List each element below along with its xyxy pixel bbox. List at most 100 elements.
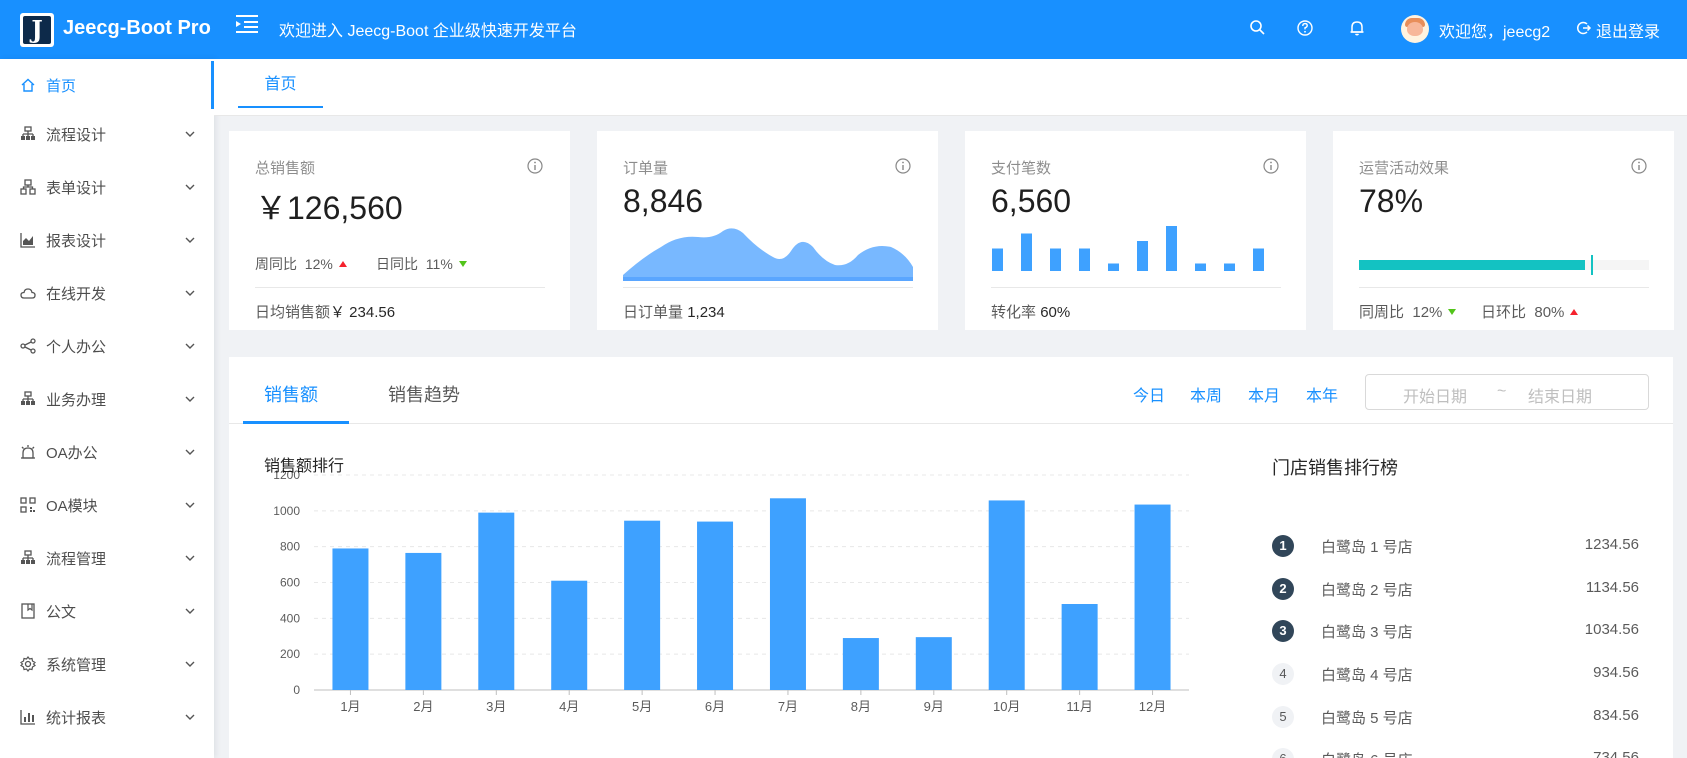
mini-bar: [1137, 241, 1148, 271]
info-icon[interactable]: [1630, 157, 1648, 175]
rank-row: 4 白鹭岛 4 号店 934.56: [1272, 660, 1639, 690]
avatar[interactable]: [1401, 15, 1429, 43]
tab-home[interactable]: 首页: [238, 59, 323, 108]
sidebar-item-label: OA模块: [46, 498, 98, 515]
info-icon[interactable]: [526, 157, 544, 175]
book-icon: [21, 603, 35, 619]
rank-store-name: 白鹭岛 1 号店: [1321, 539, 1413, 556]
mini-bar: [992, 248, 1003, 271]
sidebar-item-stats[interactable]: 统计报表: [0, 697, 214, 737]
x-tick-label: 5月: [632, 699, 652, 714]
rank-store-value: 734.56: [1593, 749, 1639, 758]
logout-button[interactable]: 退出登录: [1576, 18, 1660, 42]
range-week[interactable]: 本周: [1190, 382, 1222, 406]
x-tick-label: 3月: [486, 699, 506, 714]
card-value: 8,846: [623, 183, 704, 219]
bar: [915, 637, 952, 690]
sidebar-item-label: 公文: [46, 604, 77, 621]
range-month[interactable]: 本月: [1248, 382, 1280, 406]
chevron-down-icon: [185, 502, 195, 508]
chevron-down-icon: [185, 343, 195, 349]
rank-title: 门店销售排行榜: [1272, 458, 1398, 478]
sidebar-item-label: 系统管理: [46, 657, 107, 674]
sidebar-item-label: 统计报表: [46, 710, 107, 727]
rank-store-name: 白鹭岛 2 号店: [1321, 582, 1413, 599]
rank-row: 3 白鹭岛 3 号店 1034.56: [1272, 617, 1639, 647]
sidebar-item-oa-office[interactable]: OA办公: [0, 432, 214, 472]
x-tick-label: 11月: [1066, 699, 1093, 714]
sidebar-item-business[interactable]: 业务办理: [0, 379, 214, 419]
operations-card: 运营活动效果 78% 同周比 12% 日环比 80%: [1333, 131, 1674, 330]
chevron-down-icon: [185, 184, 195, 190]
dod-compare: 日环比 80%: [1481, 301, 1579, 322]
x-tick-label: 8月: [851, 699, 871, 714]
sidebar-item-flow-manage[interactable]: 流程管理: [0, 538, 214, 578]
welcome-banner: 欢迎进入 Jeecg-Boot 企业级快速开发平台: [279, 23, 577, 40]
search-icon[interactable]: [1248, 18, 1268, 38]
menu-fold-icon[interactable]: [236, 14, 258, 34]
sidebar-item-online-dev[interactable]: 在线开发: [0, 273, 214, 313]
rank-store-name: 白鹭岛 4 号店: [1321, 667, 1413, 684]
y-tick-label: 800: [280, 540, 300, 554]
sidebar-item-home[interactable]: 首页: [0, 61, 214, 109]
total-sales-card: 总销售额 ￥126,560 周同比 12% 日同比 11% 日均销售额￥ 234…: [229, 131, 570, 330]
rank-number-badge: 3: [1272, 620, 1294, 642]
rank-store-value: 934.56: [1593, 664, 1639, 681]
bar: [332, 548, 369, 690]
tab-active-indicator: [243, 421, 349, 424]
app-title[interactable]: Jeecg-Boot Pro: [63, 17, 211, 40]
range-year[interactable]: 本年: [1306, 382, 1338, 406]
x-tick-label: 9月: [924, 699, 944, 714]
bar: [405, 552, 442, 690]
sidebar-item-document[interactable]: 公文: [0, 591, 214, 631]
mini-bar: [1079, 248, 1090, 271]
wow-compare: 同周比 12%: [1359, 301, 1457, 322]
caret-down-icon: [1448, 309, 1457, 315]
x-tick-label: 10月: [993, 699, 1020, 714]
question-icon[interactable]: [1295, 18, 1315, 38]
user-greeting[interactable]: 欢迎您，jeecg2: [1439, 18, 1550, 42]
x-tick-label: 4月: [559, 699, 579, 714]
info-icon[interactable]: [1262, 157, 1280, 175]
tab-sales-trend[interactable]: 销售趋势: [388, 381, 460, 407]
rank-number-badge: 1: [1272, 535, 1294, 557]
sidebar-item-label: 表单设计: [46, 180, 107, 197]
sidebar-item-oa-module[interactable]: OA模块: [0, 485, 214, 525]
rank-number-badge: 5: [1272, 706, 1294, 728]
card-value: 6,560: [991, 183, 1072, 219]
chevron-down-icon: [185, 661, 195, 667]
sidebar-item-system[interactable]: 系统管理: [0, 644, 214, 684]
tab-divider: [229, 423, 1673, 424]
wow-value: 12%: [1412, 304, 1443, 321]
sidebar-item-report-design[interactable]: 报表设计: [0, 220, 214, 260]
form-icon: [20, 179, 36, 195]
logo[interactable]: J: [20, 13, 54, 47]
top-header: J Jeecg-Boot Pro 欢迎进入 Jeecg-Boot 企业级快速开发…: [0, 0, 1687, 59]
rank-store-name: 白鹭岛 6 号店: [1321, 749, 1413, 758]
sidebar-item-form-design[interactable]: 表单设计: [0, 167, 214, 207]
end-date-input[interactable]: 结束日期: [1528, 383, 1592, 407]
rank-number-badge: 2: [1272, 578, 1294, 600]
bell-icon[interactable]: [1347, 18, 1367, 38]
footer-value: 60%: [1040, 304, 1071, 321]
footer-label: 日订单量: [623, 304, 684, 321]
day-compare: 日同比 11%: [376, 254, 467, 274]
x-tick-label: 7月: [778, 699, 798, 714]
sidebar-item-flow-design[interactable]: 流程设计: [0, 114, 214, 154]
day-compare-value: 11%: [425, 256, 453, 272]
start-date-input[interactable]: 开始日期: [1403, 383, 1467, 407]
tab-sales[interactable]: 销售额: [264, 381, 318, 407]
cloud-icon: [20, 288, 36, 299]
card-divider: [623, 287, 913, 288]
info-icon[interactable]: [894, 157, 912, 175]
rank-store-value: 1134.56: [1585, 579, 1639, 596]
caret-up-icon: [1570, 309, 1579, 315]
dod-value: 80%: [1534, 304, 1565, 321]
bar: [769, 498, 806, 690]
date-range-picker[interactable]: 开始日期 ~ 结束日期: [1365, 374, 1649, 410]
chevron-down-icon: [185, 449, 195, 455]
sidebar-item-personal-office[interactable]: 个人办公: [0, 326, 214, 366]
chevron-down-icon: [185, 608, 195, 614]
sales-bar-chart: 0 200 400 600 800 1000 1200 1月 2月 3月 4月 5月 6月 7月 8月 9月 1…: [273, 468, 1189, 714]
range-today[interactable]: 今日: [1133, 382, 1165, 406]
